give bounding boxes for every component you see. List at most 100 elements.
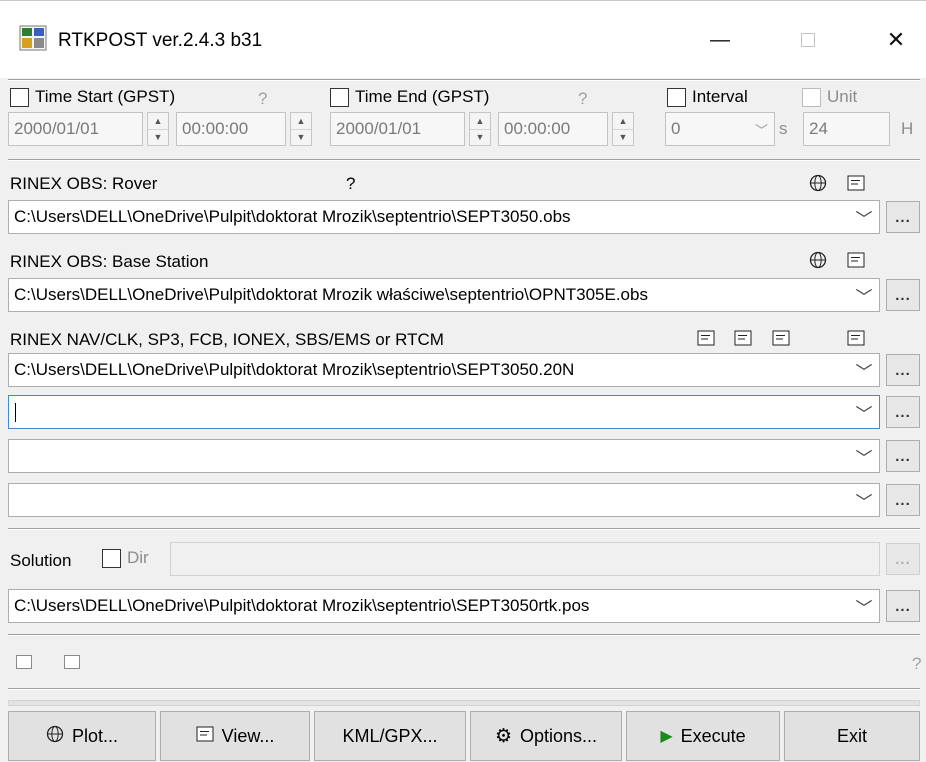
rover-label: RINEX OBS: Rover [10,174,158,193]
time-end-date-field[interactable]: 2000/01/01 [330,112,465,146]
chevron-down-icon[interactable]: ﹀ [849,488,879,513]
interval-unit-label: s [779,119,788,138]
status-help-icon[interactable]: ? [912,654,921,674]
solution-browse-button[interactable]: ... [886,590,920,622]
app-icon [18,23,48,53]
execute-button[interactable]: ▶ Execute [626,711,780,761]
dir-checkbox[interactable] [102,548,121,568]
time-start-help-icon[interactable]: ? [258,89,267,109]
kml-gpx-button[interactable]: KML/GPX... [314,711,466,761]
spin-down-icon[interactable]: ▼ [148,128,168,146]
close-icon: ✕ [886,27,906,52]
separator [8,688,920,690]
dir-checkbox-group[interactable]: Dir [102,548,149,568]
unit-checkbox-group[interactable]: Unit [802,87,857,107]
nav-file-combo[interactable]: C:\Users\DELL\OneDrive\Pulpit\doktorat M… [8,353,880,387]
kml-gpx-button-label: KML/GPX... [342,725,438,746]
solution-label: Solution [10,551,72,570]
rover-obs-combo[interactable]: C:\Users\DELL\OneDrive\Pulpit\doktorat M… [8,200,880,234]
unit-field[interactable]: 24 [803,112,890,146]
options-button[interactable]: ⚙ Options... [470,711,622,761]
nav-file-combo-2[interactable]: ﹀ [8,395,880,429]
spin-down-icon[interactable]: ▼ [291,128,311,146]
spin-up-icon[interactable]: ▲ [470,113,490,129]
spin-down-icon[interactable]: ▼ [470,128,490,146]
document-icon [196,726,214,747]
globe-icon[interactable] [808,173,828,193]
time-end-checkbox-group[interactable]: Time End (GPST) [330,87,489,107]
time-start-date-field[interactable]: 2000/01/01 [8,112,143,146]
dir-browse-button[interactable]: ... [886,543,920,575]
time-start-time-field[interactable]: 00:00:00 [176,112,286,146]
interval-label: Interval [692,87,748,106]
document-icon[interactable] [733,328,753,348]
rover-help-icon[interactable]: ? [346,174,355,194]
time-end-date-spinner[interactable]: ▲ ▼ [469,112,491,146]
spin-up-icon[interactable]: ▲ [148,113,168,129]
chevron-down-icon[interactable]: ﹀ [849,444,879,469]
spin-up-icon[interactable]: ▲ [291,113,311,129]
options-button-label: Options... [520,725,598,746]
time-end-time-field[interactable]: 00:00:00 [498,112,608,146]
interval-value: 0 [671,119,681,138]
solution-file-combo[interactable]: C:\Users\DELL\OneDrive\Pulpit\doktorat M… [8,589,880,623]
base-browse-button[interactable]: ... [886,279,920,311]
nav-browse-button-4[interactable]: ... [886,484,920,516]
document-icon[interactable] [846,173,866,193]
time-end-time-spinner[interactable]: ▲ ▼ [612,112,634,146]
globe-icon[interactable] [808,250,828,270]
document-icon[interactable] [771,328,791,348]
time-end-checkbox[interactable] [330,87,349,107]
nav-file-combo-3[interactable]: ﹀ [8,439,880,473]
base-obs-combo[interactable]: C:\Users\DELL\OneDrive\Pulpit\doktorat M… [8,278,880,312]
close-button[interactable]: ✕ [866,18,926,62]
document-icon[interactable] [846,328,866,348]
unit-label: Unit [827,87,858,106]
view-button[interactable]: View... [160,711,310,761]
interval-select[interactable]: 0 ﹀ [665,112,775,146]
play-icon: ▶ [660,728,673,745]
nav-file-combo-4[interactable]: ﹀ [8,483,880,517]
base-label: RINEX OBS: Base Station [10,252,209,271]
rover-obs-path: C:\Users\DELL\OneDrive\Pulpit\doktorat M… [14,207,571,226]
spin-up-icon[interactable]: ▲ [613,113,633,129]
nav-file-path: C:\Users\DELL\OneDrive\Pulpit\doktorat M… [14,360,575,379]
time-start-date-spinner[interactable]: ▲ ▼ [147,112,169,146]
plot-button[interactable]: Plot... [8,711,156,761]
chevron-down-icon[interactable]: ﹀ [849,283,879,308]
separator [8,159,920,161]
solution-file-path: C:\Users\DELL\OneDrive\Pulpit\doktorat M… [14,596,590,615]
chevron-down-icon[interactable]: ﹀ [849,594,879,619]
exit-button[interactable]: Exit [784,711,920,761]
chevron-down-icon[interactable]: ﹀ [849,400,879,425]
dir-field[interactable] [170,542,880,576]
nav-label: RINEX NAV/CLK, SP3, FCB, IONEX, SBS/EMS … [10,330,444,349]
view-button-label: View... [221,725,275,746]
time-end-help-icon[interactable]: ? [578,89,587,109]
nav-browse-button-2[interactable]: ... [886,396,920,428]
time-start-label: Time Start (GPST) [35,87,176,106]
rover-browse-button[interactable]: ... [886,201,920,233]
interval-checkbox-group[interactable]: Interval [667,87,748,107]
gear-icon: ⚙ [494,725,512,747]
execute-button-label: Execute [680,725,746,746]
chevron-down-icon[interactable]: ﹀ [849,205,879,230]
time-start-checkbox[interactable] [10,87,29,107]
maximize-icon [801,33,815,47]
nav-browse-button-3[interactable]: ... [886,440,920,472]
maximize-button[interactable] [778,18,838,62]
unit-suffix-label: H [901,119,914,138]
spin-down-icon[interactable]: ▼ [613,128,633,146]
document-icon[interactable] [846,250,866,270]
minimize-button[interactable]: — [690,18,750,62]
nav-browse-button[interactable]: ... [886,354,920,386]
progress-bar [8,700,920,706]
time-start-time-spinner[interactable]: ▲ ▼ [290,112,312,146]
time-start-checkbox-group[interactable]: Time Start (GPST) [10,87,175,107]
unit-checkbox[interactable] [802,87,821,107]
chevron-down-icon[interactable]: ﹀ [849,358,879,383]
document-icon[interactable] [696,328,716,348]
dir-label: Dir [127,548,149,567]
plot-button-label: Plot... [71,725,119,746]
interval-checkbox[interactable] [667,87,686,107]
